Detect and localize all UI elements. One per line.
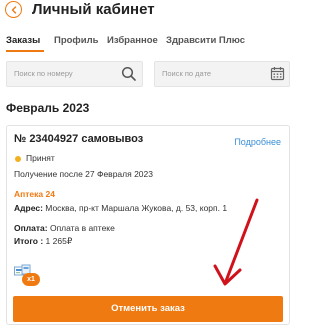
month-heading: Февраль 2023 xyxy=(6,101,90,115)
tab-profile[interactable]: Профиль xyxy=(54,33,98,49)
order-status: Принят xyxy=(26,153,55,163)
pickup-date: Получение после 27 Февраля 2023 xyxy=(14,169,153,179)
total-value: 1 265₽ xyxy=(45,236,73,246)
payment-label: Оплата: xyxy=(14,223,48,233)
back-button[interactable] xyxy=(5,1,22,18)
tab-zdravcity-plus[interactable]: Здравсити Плюс xyxy=(166,33,245,49)
address-row: Адрес: Москва, пр-кт Маршала Жукова, д. … xyxy=(14,203,227,213)
page-title: Личный кабинет xyxy=(32,1,155,18)
payment-row: Оплата: Оплата в аптеке xyxy=(14,223,115,233)
order-title: № 23404927 самовывоз xyxy=(14,133,144,145)
order-card: № 23404927 самовывоз Подробнее Принят По… xyxy=(6,125,290,325)
date-search-placeholder: Поиск по дате xyxy=(162,69,212,78)
address-label: Адрес: xyxy=(14,203,43,213)
active-tab-indicator xyxy=(6,50,44,52)
tabs: Заказы Профиль Избранное Здравсити Плюс xyxy=(0,33,296,53)
total-row: Итого : 1 265₽ xyxy=(14,236,72,247)
status-dot xyxy=(15,156,21,162)
cancel-order-button[interactable]: Отменить заказ xyxy=(13,296,283,322)
quantity-badge: x1 xyxy=(22,273,40,286)
order-number-search[interactable]: Поиск по номеру xyxy=(6,61,143,87)
search-icon[interactable] xyxy=(121,66,137,82)
chevron-left-icon xyxy=(11,5,16,14)
tab-favorites[interactable]: Избранное xyxy=(107,33,158,49)
calendar-icon[interactable] xyxy=(270,66,285,81)
address-value: Москва, пр-кт Маршала Жукова, д. 53, кор… xyxy=(45,203,228,213)
pharmacy-name: Аптека 24 xyxy=(14,189,55,199)
total-label: Итого : xyxy=(14,236,44,246)
payment-value: Оплата в аптеке xyxy=(49,223,115,233)
details-link[interactable]: Подробнее xyxy=(234,137,281,147)
order-number-search-placeholder: Поиск по номеру xyxy=(14,69,73,78)
header: Личный кабинет xyxy=(0,0,296,22)
date-search[interactable]: Поиск по дате xyxy=(154,61,290,87)
tab-orders[interactable]: Заказы xyxy=(6,33,40,49)
